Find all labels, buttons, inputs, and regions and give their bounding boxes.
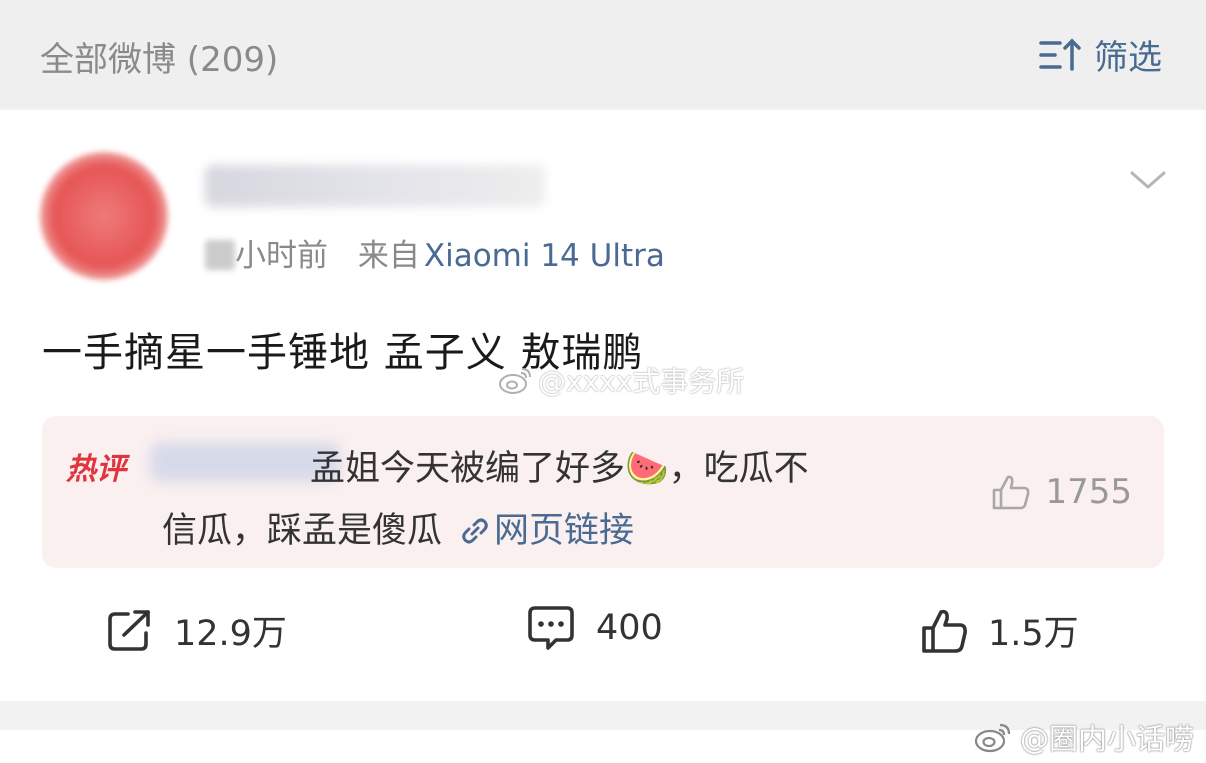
time-number-blurred: [205, 240, 235, 270]
repost-count: 12.9万: [174, 614, 287, 654]
web-link-label: 网页链接: [494, 511, 635, 551]
thumbs-up-icon: [993, 475, 1030, 510]
hot-comment-line2: 信瓜，踩孟是傻瓜 网页链接: [162, 502, 634, 553]
link-icon: [462, 518, 488, 544]
like-button[interactable]: 1.5万: [920, 605, 1079, 656]
filter-label: 筛选: [1094, 38, 1162, 78]
hot-comment-like-button[interactable]: 1755: [991, 472, 1132, 512]
hot-comment-line2-text: 信瓜，踩孟是傻瓜: [162, 511, 443, 551]
avatar[interactable]: [40, 152, 168, 280]
sort-filter-icon: [1039, 38, 1081, 71]
chevron-down-icon[interactable]: [1128, 165, 1168, 195]
post-time: 小时前: [235, 238, 328, 274]
comment-icon: [528, 606, 574, 650]
repost-button[interactable]: 12.9万: [106, 605, 287, 656]
bottom-watermark-text: @圈内小话唠: [1019, 722, 1194, 756]
post-card[interactable]: 小时前 来自 Xiaomi 14 Ultra 一手摘星一手锤地 孟子义 敖瑞鹏 @…: [0, 110, 1206, 701]
bottom-watermark: @圈内小话唠: [974, 716, 1194, 758]
web-link[interactable]: 网页链接: [460, 511, 634, 551]
thumbs-up-icon: [922, 609, 967, 653]
hot-comment[interactable]: 热评 孟姐今天被编了好多🍉，吃瓜不 信瓜，踩孟是傻瓜 网页链接 1755: [42, 416, 1164, 568]
source-device[interactable]: Xiaomi 14 Ultra: [424, 238, 665, 274]
post-meta: 小时前 来自 Xiaomi 14 Ultra: [205, 230, 665, 275]
hot-comment-line1: 孟姐今天被编了好多🍉，吃瓜不: [310, 449, 809, 489]
watermark: @xxxx式事务所: [498, 360, 744, 400]
top-bar: 全部微博 (209) 筛选: [0, 0, 1206, 108]
weibo-logo-icon: [499, 368, 531, 394]
hot-comment-badge: 热评: [66, 452, 126, 487]
comment-button[interactable]: 400: [526, 605, 663, 651]
weibo-logo-icon: [974, 723, 1011, 753]
action-bar: 12.9万 400 1.5万: [0, 605, 1206, 665]
source-prefix: 来自: [357, 238, 420, 274]
filter-button[interactable]: 筛选: [1038, 30, 1162, 79]
hot-comment-like-count: 1755: [1045, 472, 1132, 512]
page-title: 全部微博 (209): [40, 40, 279, 80]
like-count: 1.5万: [988, 614, 1079, 654]
comment-count: 400: [596, 608, 663, 648]
watermark-text: @xxxx式事务所: [538, 365, 745, 398]
username-blurred[interactable]: [205, 165, 545, 207]
share-icon: [108, 609, 150, 651]
